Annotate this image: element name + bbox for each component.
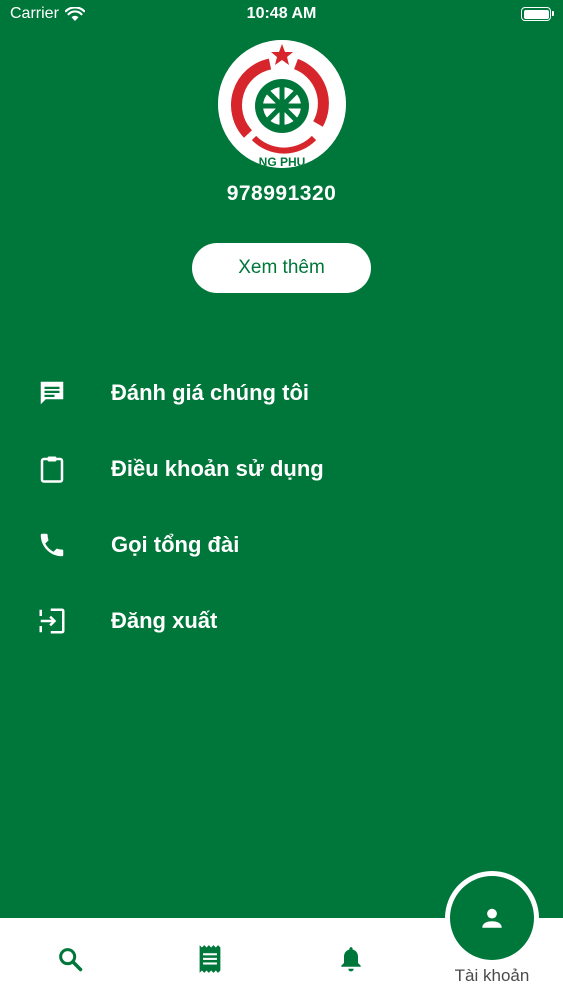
battery-icon [521, 7, 554, 21]
search-icon [59, 948, 83, 972]
feedback-icon [34, 378, 70, 408]
nav-orders[interactable] [160, 918, 260, 1000]
menu-item-label: Đăng xuất [111, 608, 218, 633]
nav-account[interactable] [445, 871, 539, 965]
menu-item-label: Đánh giá chúng tôi [111, 380, 309, 405]
logo-graphic: NG PHU [218, 40, 346, 168]
see-more-button[interactable]: Xem thêm [192, 243, 371, 293]
menu-item-label: Gọi tổng đài [111, 532, 240, 557]
person-icon [482, 908, 502, 928]
menu-item-call-hotline[interactable]: Gọi tổng đài [0, 507, 563, 583]
nav-notifications[interactable] [301, 918, 401, 1000]
clock: 10:48 AM [246, 5, 317, 22]
company-logo: NG PHU [218, 40, 346, 168]
clipboard-icon [34, 454, 70, 484]
menu-item-label: Điều khoản sử dụng [111, 456, 324, 481]
bell-icon [341, 947, 361, 972]
receipt-icon [199, 945, 221, 973]
status-bar: Carrier 10:48 AM [0, 0, 563, 30]
menu-item-rate-us[interactable]: Đánh giá chúng tôi [0, 355, 563, 431]
logo-text: NG PHU [259, 155, 306, 168]
menu-item-logout[interactable]: Đăng xuất [0, 583, 563, 659]
nav-account-label: Tài khoản [454, 966, 530, 985]
account-menu: Đánh giá chúng tôi Điều khoản sử dụng Gọ… [0, 355, 563, 659]
menu-item-terms[interactable]: Điều khoản sử dụng [0, 431, 563, 507]
phone-number: 978991320 [226, 182, 337, 205]
logout-icon [34, 606, 70, 636]
nav-search[interactable] [20, 918, 120, 1000]
phone-icon [34, 530, 70, 560]
